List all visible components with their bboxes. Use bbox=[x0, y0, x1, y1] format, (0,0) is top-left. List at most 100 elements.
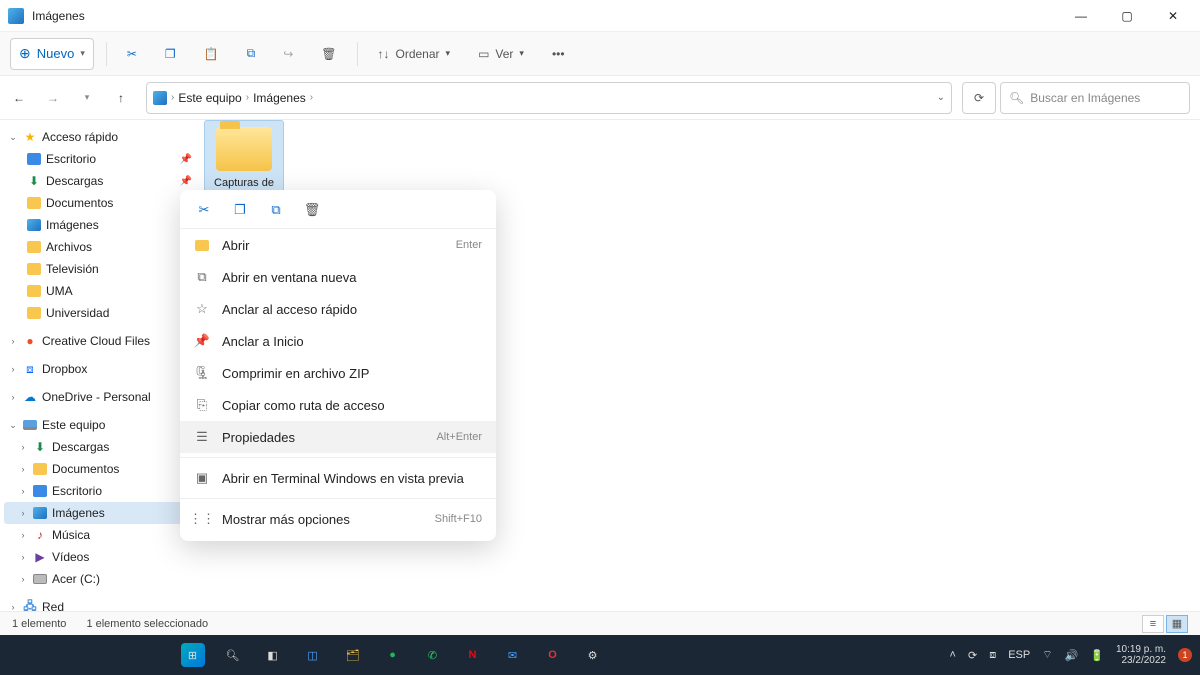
mail-icon[interactable]: ✉ bbox=[501, 643, 525, 667]
rename-button[interactable]: ⧉ bbox=[239, 38, 264, 70]
sidebar-item-images[interactable]: ›Imágenes bbox=[4, 502, 196, 524]
up-button[interactable]: ↑ bbox=[106, 83, 136, 113]
tray-sync-icon[interactable]: ⟳ bbox=[968, 649, 977, 662]
tray-lang[interactable]: ESP bbox=[1008, 649, 1030, 661]
chevron-right-icon[interactable]: › bbox=[18, 464, 28, 474]
sidebar-quick-access[interactable]: ⌄ ★ Acceso rápido bbox=[4, 126, 196, 148]
sidebar-item[interactable]: Imágenes📌 bbox=[4, 214, 196, 236]
search-input[interactable]: 🔍︎ Buscar en Imágenes bbox=[1000, 82, 1190, 114]
paste-button[interactable]: 📋 bbox=[196, 38, 227, 70]
chevron-right-icon[interactable]: › bbox=[8, 392, 18, 402]
pin-icon: 📌 bbox=[194, 333, 210, 349]
sidebar-item[interactable]: Televisión bbox=[4, 258, 196, 280]
copy-button[interactable]: ❐ bbox=[157, 38, 184, 70]
sidebar-dropbox[interactable]: ›⧈Dropbox bbox=[4, 358, 196, 380]
opera-icon[interactable]: O bbox=[541, 643, 565, 667]
ctx-more-options[interactable]: ⋮⋮Mostrar más opcionesShift+F10 bbox=[180, 503, 496, 535]
sidebar-network[interactable]: ›🖧Red bbox=[4, 596, 196, 611]
share-button[interactable]: ↪ bbox=[275, 38, 301, 70]
breadcrumb-root[interactable]: Este equipo bbox=[178, 91, 241, 105]
ctx-open-terminal[interactable]: ▣Abrir en Terminal Windows en vista prev… bbox=[180, 462, 496, 494]
status-count: 1 elemento bbox=[12, 618, 66, 630]
ctx-open-new-window[interactable]: ⧉Abrir en ventana nueva bbox=[180, 261, 496, 293]
sidebar-item[interactable]: Documentos📌 bbox=[4, 192, 196, 214]
ctx-pin-quick-access[interactable]: ☆Anclar al acceso rápido bbox=[180, 293, 496, 325]
chevron-right-icon[interactable]: › bbox=[18, 574, 28, 584]
refresh-button[interactable]: ⟳ bbox=[962, 82, 996, 114]
sidebar-item[interactable]: ›Documentos bbox=[4, 458, 196, 480]
widgets-button[interactable]: ◫ bbox=[301, 643, 325, 667]
sidebar-item[interactable]: ›▶Vídeos bbox=[4, 546, 196, 568]
more-button[interactable]: ••• bbox=[544, 38, 573, 70]
sidebar-item[interactable]: ›⬇Descargas bbox=[4, 436, 196, 458]
sidebar-item[interactable]: ›♪Música bbox=[4, 524, 196, 546]
sidebar-item[interactable]: ›Acer (C:) bbox=[4, 568, 196, 590]
settings-icon[interactable]: ⚙ bbox=[581, 643, 605, 667]
wifi-icon[interactable]: ⌔ bbox=[1042, 648, 1052, 662]
ctx-compress-zip[interactable]: 🗜Comprimir en archivo ZIP bbox=[180, 357, 496, 389]
ctx-properties[interactable]: ☰PropiedadesAlt+Enter bbox=[180, 421, 496, 453]
address-dropdown[interactable]: ⌄ bbox=[937, 92, 945, 103]
properties-icon: ☰ bbox=[194, 429, 210, 445]
sidebar-item[interactable]: Universidad bbox=[4, 302, 196, 324]
sidebar-item[interactable]: ›Escritorio bbox=[4, 480, 196, 502]
breadcrumb-current[interactable]: Imágenes bbox=[253, 91, 306, 105]
whatsapp-icon[interactable]: ✆ bbox=[421, 643, 445, 667]
chevron-down-icon[interactable]: ⌄ bbox=[8, 420, 18, 431]
dots-icon: ••• bbox=[552, 47, 565, 61]
chevron-right-icon[interactable]: › bbox=[18, 508, 28, 518]
taskview-button[interactable]: ◧ bbox=[261, 643, 285, 667]
chevron-down-icon[interactable]: ⌄ bbox=[8, 132, 18, 143]
sidebar-item[interactable]: Escritorio📌 bbox=[4, 148, 196, 170]
chevron-right-icon[interactable]: › bbox=[18, 552, 28, 562]
chevron-right-icon[interactable]: › bbox=[8, 602, 18, 611]
rename-icon: ⧉ bbox=[247, 46, 256, 61]
sidebar-item[interactable]: ⬇Descargas📌 bbox=[4, 170, 196, 192]
battery-icon[interactable]: 🔋 bbox=[1090, 649, 1104, 662]
sort-button[interactable]: ↑↓ Ordenar ▾ bbox=[370, 38, 459, 70]
search-button[interactable]: 🔍︎ bbox=[221, 643, 245, 667]
rename-icon[interactable]: ⧉ bbox=[266, 202, 286, 218]
recent-dropdown[interactable]: ▾ bbox=[72, 83, 102, 113]
tray-dropbox-icon[interactable]: ⧈ bbox=[989, 649, 996, 662]
sidebar-onedrive[interactable]: ›☁OneDrive - Personal bbox=[4, 386, 196, 408]
ctx-copy-path[interactable]: ⎘Copiar como ruta de acceso bbox=[180, 389, 496, 421]
view-button[interactable]: ▭ Ver ▾ bbox=[470, 38, 532, 70]
chevron-right-icon[interactable]: › bbox=[8, 336, 18, 346]
netflix-icon[interactable]: N bbox=[461, 643, 485, 667]
chevron-right-icon[interactable]: › bbox=[18, 530, 28, 540]
cut-button[interactable]: ✂ bbox=[119, 38, 145, 70]
trash-icon[interactable]: 🗑 bbox=[302, 202, 322, 218]
sidebar-item[interactable]: Archivos bbox=[4, 236, 196, 258]
chevron-right-icon[interactable]: › bbox=[18, 486, 28, 496]
chevron-right-icon[interactable]: › bbox=[8, 364, 18, 374]
copy-icon[interactable]: ❐ bbox=[230, 202, 250, 218]
icons-view-button[interactable]: ▦ bbox=[1166, 615, 1188, 633]
clock[interactable]: 10:19 p. m. 23/2/2022 bbox=[1116, 644, 1166, 667]
pin-icon: 📌 bbox=[180, 154, 192, 165]
tray-chevron-icon[interactable]: ˄ bbox=[950, 649, 956, 661]
spotify-icon[interactable]: ● bbox=[381, 643, 405, 667]
minimize-button[interactable]: — bbox=[1058, 0, 1104, 32]
delete-button[interactable]: 🗑 bbox=[313, 38, 344, 70]
details-view-button[interactable]: ≡ bbox=[1142, 615, 1164, 633]
search-icon: 🔍︎ bbox=[1009, 91, 1024, 105]
notification-badge[interactable]: 1 bbox=[1178, 648, 1192, 662]
forward-button[interactable]: → bbox=[38, 83, 68, 113]
separator bbox=[180, 498, 496, 499]
explorer-button[interactable]: 🗂 bbox=[341, 643, 365, 667]
new-button[interactable]: ⊕ Nuevo ▾ bbox=[10, 38, 94, 70]
maximize-button[interactable]: ▢ bbox=[1104, 0, 1150, 32]
start-button[interactable]: ⊞ bbox=[181, 643, 205, 667]
ctx-open[interactable]: AbrirEnter bbox=[180, 229, 496, 261]
address-bar[interactable]: › Este equipo › Imágenes › ⌄ bbox=[146, 82, 952, 114]
sidebar-this-pc[interactable]: ⌄Este equipo bbox=[4, 414, 196, 436]
sidebar-creative-cloud[interactable]: ›●Creative Cloud Files bbox=[4, 330, 196, 352]
close-button[interactable]: ✕ bbox=[1150, 0, 1196, 32]
back-button[interactable]: ← bbox=[4, 83, 34, 113]
download-icon: ⬇ bbox=[32, 439, 48, 455]
sidebar-item[interactable]: UMA bbox=[4, 280, 196, 302]
cut-icon[interactable]: ✂ bbox=[194, 202, 214, 218]
chevron-right-icon[interactable]: › bbox=[18, 442, 28, 452]
ctx-pin-start[interactable]: 📌Anclar a Inicio bbox=[180, 325, 496, 357]
